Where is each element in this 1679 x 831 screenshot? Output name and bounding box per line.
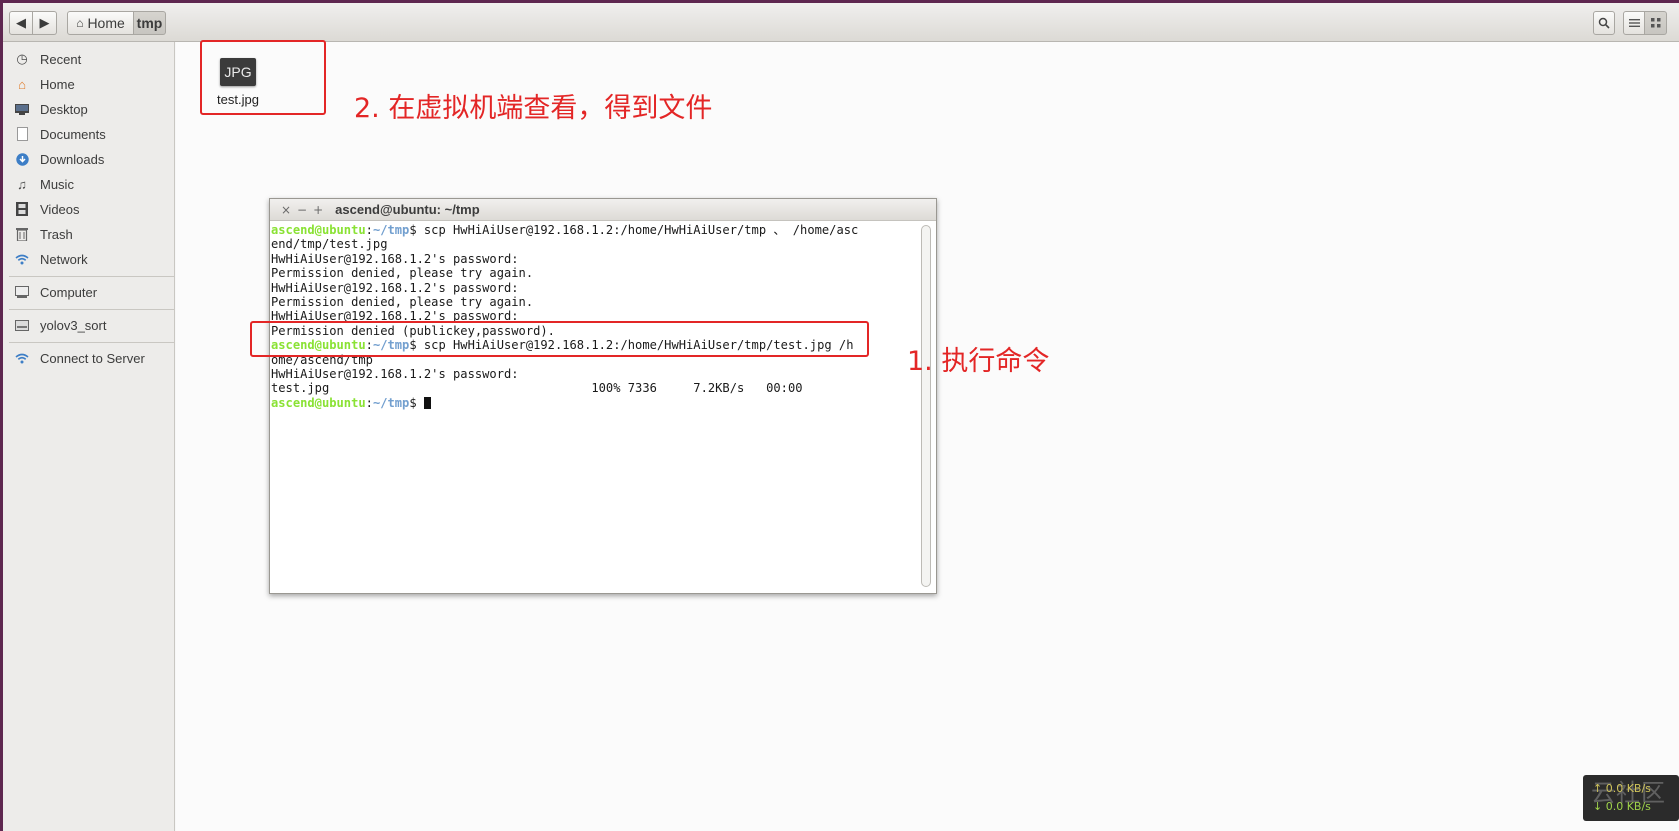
annotation-step2: 2. 在虚拟机端查看，得到文件 [354, 93, 713, 124]
sidebar-item-network[interactable]: Network [3, 247, 174, 271]
breadcrumb-home[interactable]: ⌂ Home [67, 11, 134, 35]
arrow-left-icon: ◀ [16, 15, 26, 31]
terminal-scrollbar[interactable] [921, 225, 931, 587]
sidebar-item-label: yolov3_sort [40, 317, 107, 333]
list-view-button[interactable] [1623, 11, 1645, 35]
sidebar-item-recent[interactable]: ◷ Recent [3, 47, 174, 71]
sidebar-item-label: Network [40, 251, 88, 267]
network-icon [14, 251, 30, 267]
sidebar-item-label: Recent [40, 51, 82, 67]
document-icon [14, 126, 30, 142]
download-speed: ↓ 0.0 KB/s [1593, 800, 1651, 813]
terminal-line: HwHiAiUser@192.168.1.2's password: [271, 251, 519, 266]
sidebar: ◷ Recent ⌂ Home Desktop Documents Downlo… [3, 42, 175, 831]
sidebar-item-label: Downloads [40, 151, 105, 167]
desktop-icon [14, 101, 30, 117]
annotation-box-command [250, 321, 869, 357]
breadcrumb-current[interactable]: tmp [134, 11, 166, 35]
sidebar-item-downloads[interactable]: Downloads [3, 147, 174, 171]
sidebar-divider [9, 342, 174, 343]
window-controls[interactable]: ×−+ [281, 203, 329, 217]
annotation-step1: 1. 执行命令 [907, 346, 1050, 377]
sidebar-item-label: Documents [40, 126, 106, 142]
computer-icon [14, 284, 30, 300]
terminal-line: HwHiAiUser@192.168.1.2's password: [271, 280, 519, 295]
sidebar-item-label: Videos [40, 201, 80, 217]
music-icon: ♫ [17, 176, 27, 192]
terminal-output[interactable]: ascend@ubuntu:~/tmp$ scp HwHiAiUser@192.… [271, 223, 919, 583]
forward-button[interactable]: ▶ [33, 11, 57, 35]
sidebar-item-label: Desktop [40, 101, 88, 117]
drive-icon [14, 317, 30, 333]
list-icon [1628, 19, 1640, 27]
back-button[interactable]: ◀ [9, 11, 33, 35]
sidebar-item-documents[interactable]: Documents [3, 122, 174, 146]
terminal-line: HwHiAiUser@192.168.1.2's password: [271, 366, 519, 381]
sidebar-item-desktop[interactable]: Desktop [3, 97, 174, 121]
sidebar-divider [9, 309, 174, 310]
terminal-cursor [423, 396, 431, 409]
sidebar-item-connect-to-server[interactable]: Connect to Server [3, 346, 174, 370]
annotation-box-file [200, 40, 326, 115]
video-icon [14, 201, 30, 217]
terminal-line: test.jpg 100% 7336 7.2KB/s 00:00 [271, 381, 803, 396]
download-icon [14, 151, 30, 167]
sidebar-item-music[interactable]: ♫ Music [3, 172, 174, 196]
home-icon: ⌂ [76, 16, 84, 30]
terminal-line: Permission denied, please try again. [271, 266, 534, 281]
breadcrumb-home-label: Home [87, 15, 125, 31]
terminal-line: Permission denied, please try again. [271, 294, 534, 309]
breadcrumb-current-label: tmp [136, 15, 163, 31]
sidebar-item-label: Trash [40, 226, 73, 242]
sidebar-divider [9, 276, 174, 277]
sidebar-item-trash[interactable]: Trash [3, 222, 174, 246]
terminal-line: ascend@ubuntu:~/tmp$ [271, 396, 919, 410]
terminal-line: ascend@ubuntu:~/tmp$ scp HwHiAiUser@192.… [271, 223, 859, 237]
clock-icon: ◷ [16, 51, 28, 66]
home-icon: ⌂ [18, 76, 26, 92]
sidebar-item-label: Connect to Server [40, 350, 145, 366]
file-manager-window: ◀ ▶ ⌂ Home tmp ◷ Recent ⌂ Home Desktop D… [3, 3, 1679, 831]
sidebar-item-label: Home [40, 76, 75, 92]
arrow-right-icon: ▶ [39, 15, 50, 31]
sidebar-item-videos[interactable]: Videos [3, 197, 174, 221]
network-icon [14, 350, 30, 366]
grid-icon [1650, 18, 1660, 28]
file-view: JPG test.jpg 2. 在虚拟机端查看，得到文件 ×−+ ascend@… [176, 40, 1679, 831]
sidebar-item-computer[interactable]: Computer [3, 280, 174, 304]
sidebar-item-home[interactable]: ⌂ Home [3, 72, 174, 96]
terminal-title: ascend@ubuntu: ~/tmp [335, 202, 480, 217]
sidebar-item-label: Music [40, 176, 74, 192]
search-icon [1598, 17, 1610, 29]
sidebar-item-label: Computer [40, 284, 98, 300]
terminal-titlebar[interactable]: ×−+ ascend@ubuntu: ~/tmp [270, 199, 936, 221]
search-button[interactable] [1593, 11, 1615, 35]
grid-view-button[interactable] [1645, 11, 1667, 35]
trash-icon [14, 226, 30, 242]
network-speed-widget: 云社区 ↑ 0.0 KB/s ↓ 0.0 KB/s [1583, 775, 1679, 821]
terminal-line: end/tmp/test.jpg [271, 237, 388, 252]
upload-speed: ↑ 0.0 KB/s [1593, 782, 1651, 795]
terminal-window[interactable]: ×−+ ascend@ubuntu: ~/tmp ascend@ubuntu:~… [269, 198, 937, 594]
toolbar: ◀ ▶ ⌂ Home tmp [3, 3, 1679, 42]
sidebar-item-yolov3-sort[interactable]: yolov3_sort [3, 313, 174, 337]
